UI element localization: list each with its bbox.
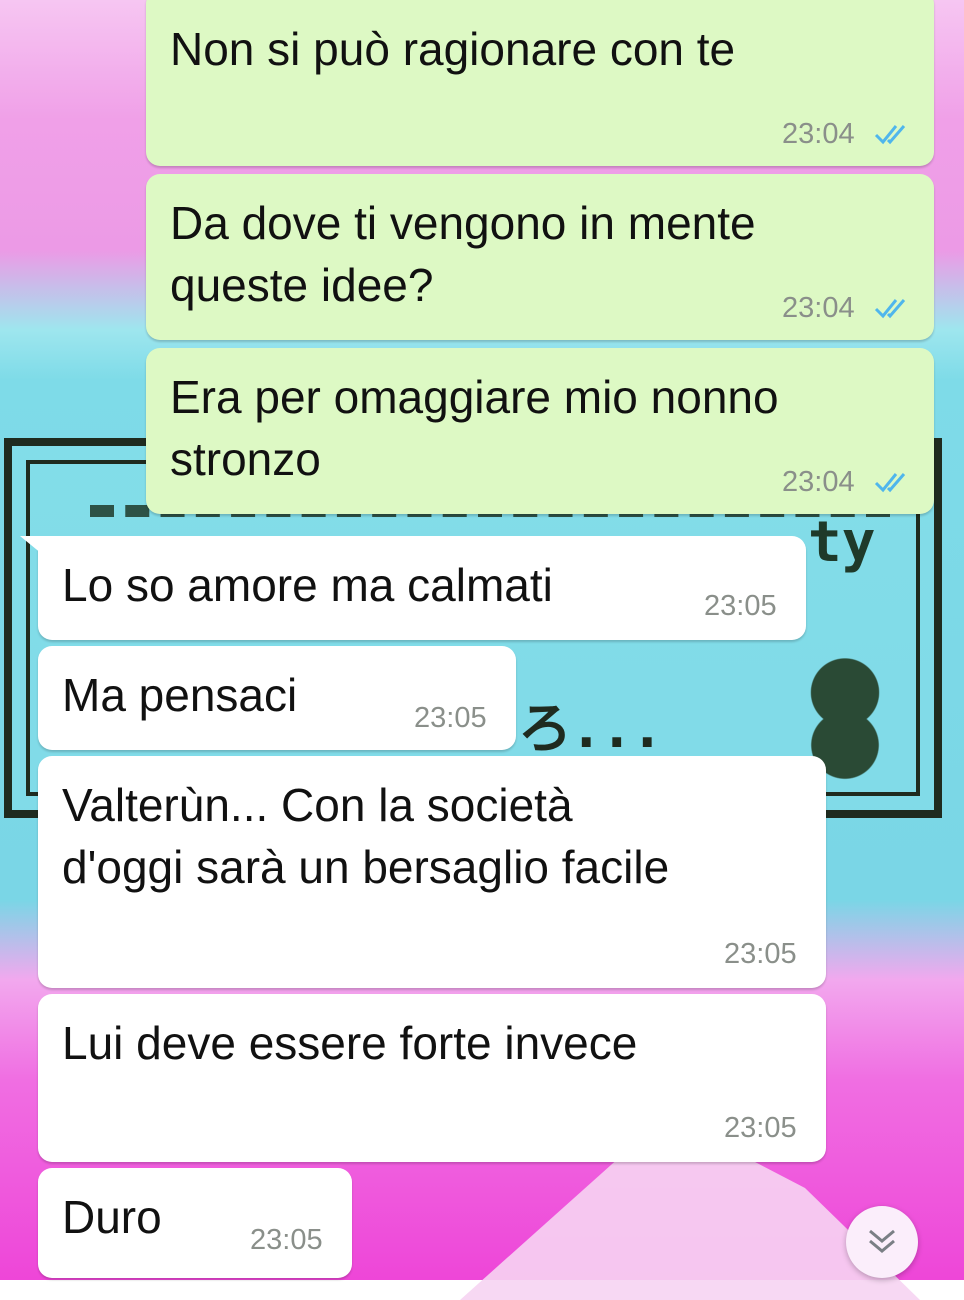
message-text: Lui deve essere forte invece — [62, 1017, 638, 1069]
message-text: Era per omaggiare mio nonno stronzo — [170, 371, 779, 485]
message-text: Ma pensaci — [62, 669, 298, 721]
message-text: Da dove ti vengono in mente queste idee? — [170, 197, 756, 311]
wallpaper-glyph: ろ... — [518, 697, 664, 760]
double-check-icon — [874, 125, 906, 145]
message-text: Non si può ragionare con te — [170, 23, 736, 75]
message-time: 23:04 — [782, 292, 855, 324]
message-time: 23:05 — [414, 702, 487, 734]
message-time: 23:05 — [724, 1112, 797, 1144]
message-bubble-outgoing[interactable]: Era per omaggiare mio nonno stronzo 23:0… — [146, 348, 934, 514]
message-text: Valterùn... Con la società d'oggi sarà u… — [62, 779, 670, 893]
message-bubble-outgoing[interactable]: Non si può ragionare con te 23:04 — [146, 0, 934, 166]
bubble-tail — [20, 536, 42, 554]
message-text: Duro — [62, 1191, 162, 1243]
message-bubble-outgoing[interactable]: Da dove ti vengono in mente queste idee?… — [146, 174, 934, 340]
message-bubble-incoming[interactable]: Duro 23:05 — [38, 1168, 352, 1278]
double-chevron-down-icon — [869, 1229, 895, 1253]
message-bubble-incoming[interactable]: Lo so amore ma calmati 23:05 — [20, 536, 806, 640]
wallpaper-mountain — [460, 1140, 920, 1300]
message-time: 23:05 — [250, 1224, 323, 1256]
message-bubble-incoming[interactable]: Valterùn... Con la società d'oggi sarà u… — [38, 756, 826, 988]
message-time: 23:04 — [782, 118, 855, 150]
double-check-icon — [874, 473, 906, 493]
message-bubble-incoming[interactable]: Lui deve essere forte invece 23:05 — [38, 994, 826, 1162]
scroll-to-bottom-button[interactable] — [846, 1206, 918, 1278]
message-time: 23:04 — [782, 466, 855, 498]
double-check-icon — [874, 299, 906, 319]
wallpaper-glyph: ty — [808, 510, 876, 575]
message-time: 23:05 — [724, 938, 797, 970]
message-text: Lo so amore ma calmati — [62, 559, 553, 611]
message-bubble-incoming[interactable]: Ma pensaci 23:05 — [38, 646, 516, 750]
message-time: 23:05 — [704, 590, 777, 622]
